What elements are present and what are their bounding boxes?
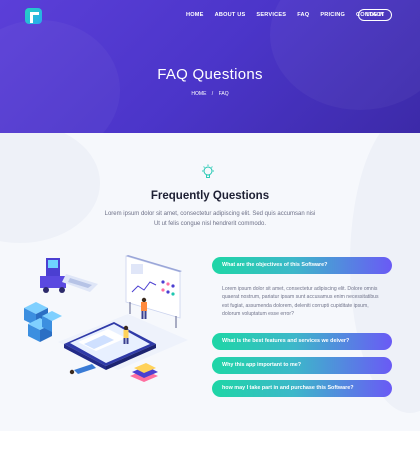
breadcrumb-current: FAQ: [218, 91, 229, 97]
faq-item-question[interactable]: how may I take part in and purchase this…: [212, 380, 392, 397]
background-shape: [0, 133, 100, 243]
logo-icon[interactable]: [25, 8, 42, 24]
boxes-graphic: [24, 302, 62, 342]
breadcrumb-home[interactable]: HOME: [191, 91, 206, 97]
isometric-illustration: [24, 255, 188, 382]
page-title: FAQ Questions: [157, 66, 263, 83]
nav-home[interactable]: HOME: [186, 12, 204, 18]
forklift-graphic: [40, 258, 98, 293]
faq-item-question[interactable]: What is the best features and services w…: [212, 333, 392, 350]
page-bottom-strip: [0, 431, 420, 450]
nav-services[interactable]: SERVICES: [256, 12, 286, 18]
breadcrumb-separator: /: [211, 91, 214, 97]
nav-pricing[interactable]: PRICING: [320, 12, 345, 18]
person-graphic: [69, 364, 96, 375]
books-graphic: [130, 363, 158, 382]
faq-item-question[interactable]: What are the objectives of this Software…: [212, 257, 392, 274]
section-description: Lorem ipsum dolor sit amet, consectetur …: [104, 211, 316, 227]
faq-answer: Lorem ipsum dolor sit amet, consectetur …: [222, 286, 379, 318]
nav-about-us[interactable]: ABOUT US: [215, 12, 246, 18]
login-button[interactable]: LOG IN: [358, 9, 392, 21]
nav-faq[interactable]: FAQ: [297, 12, 309, 18]
section-title: Frequently Questions: [150, 190, 270, 202]
lightbulb-icon: [202, 164, 214, 178]
breadcrumb: HOME / FAQ: [0, 91, 420, 97]
hero-banner: HOME ABOUT US SERVICES FAQ PRICING CONTA…: [0, 0, 420, 133]
faq-item-question[interactable]: Why this app important to me?: [212, 357, 392, 374]
